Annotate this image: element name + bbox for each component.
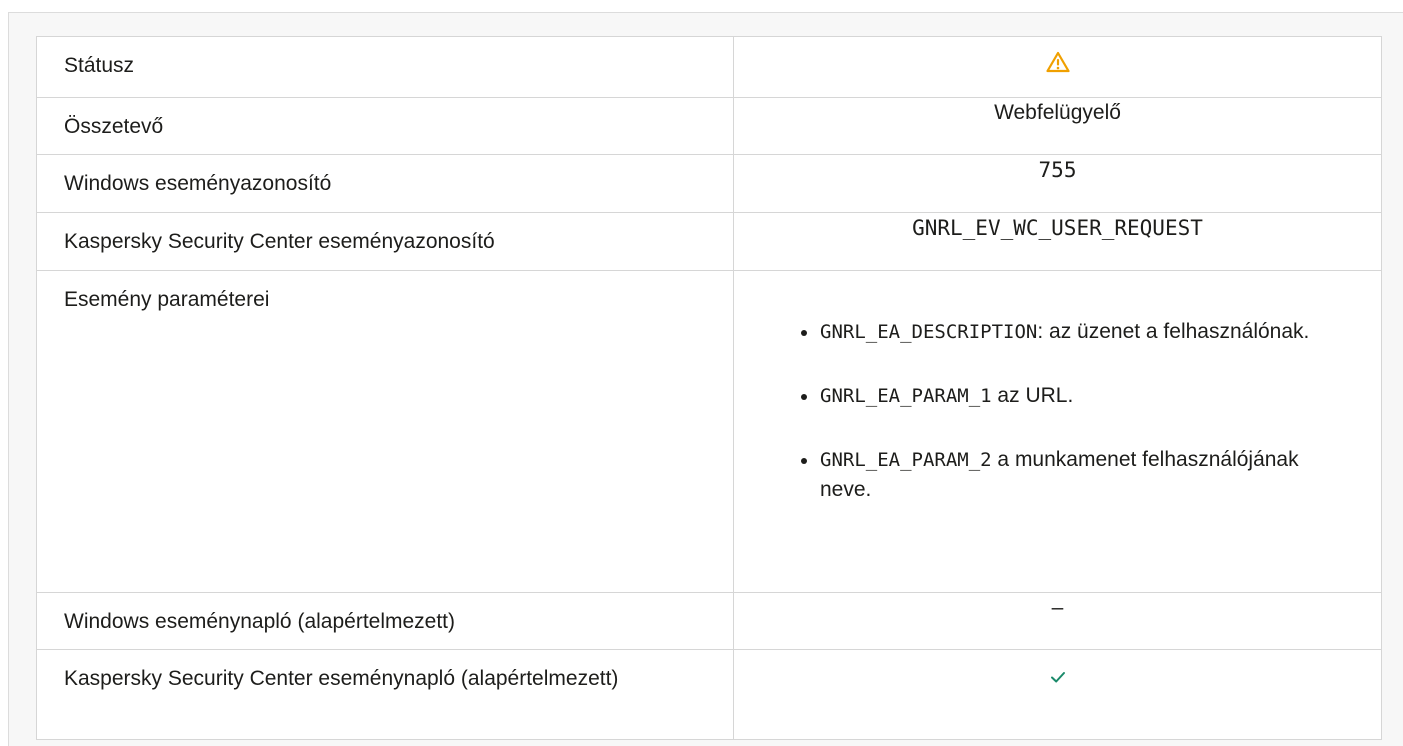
row-value: –	[733, 592, 1382, 650]
param-code: GNRL_EA_PARAM_1	[820, 385, 992, 407]
list-item: GNRL_EA_PARAM_2 a munkamenet felhasználó…	[800, 445, 1341, 505]
param-code: GNRL_EA_DESCRIPTION	[820, 321, 1038, 343]
param-text: : az üzenet a felhasználónak.	[1037, 320, 1310, 343]
table-row-ksc-log: Kaspersky Security Center eseménynapló (…	[36, 649, 1382, 740]
param-code: GNRL_EA_PARAM_2	[820, 449, 992, 471]
table-row-component: Összetevő Webfelügyelő	[36, 97, 1382, 155]
checkmark-icon	[1049, 664, 1067, 694]
table-row-windows-event-id: Windows eseményazonosító 755	[36, 154, 1382, 213]
table-row-windows-log: Windows eseménynapló (alapértelmezett) –	[36, 592, 1382, 650]
row-label: Státusz	[36, 36, 734, 98]
row-label: Kaspersky Security Center eseménynapló (…	[36, 649, 734, 740]
list-item: GNRL_EA_DESCRIPTION: az üzenet a felhasz…	[800, 317, 1341, 347]
table-row-status: Státusz	[36, 36, 1382, 98]
row-label: Windows eseménynapló (alapértelmezett)	[36, 592, 734, 650]
warning-icon	[1045, 51, 1070, 82]
row-value	[733, 36, 1382, 98]
param-text: az URL.	[991, 384, 1074, 407]
row-value: 755	[733, 154, 1382, 213]
table-row-event-params: Esemény paraméterei GNRL_EA_DESCRIPTION:…	[36, 270, 1382, 593]
row-value: GNRL_EA_DESCRIPTION: az üzenet a felhasz…	[733, 270, 1382, 593]
row-label: Windows eseményazonosító	[36, 154, 734, 213]
table-row-ksc-event-id: Kaspersky Security Center eseményazonosí…	[36, 212, 1382, 271]
row-value	[733, 649, 1382, 740]
event-info-table: Státusz Összetevő Webfelügyelő Windows e…	[36, 36, 1382, 740]
list-item: GNRL_EA_PARAM_1 az URL.	[800, 381, 1341, 411]
event-params-list: GNRL_EA_DESCRIPTION: az üzenet a felhasz…	[734, 271, 1381, 515]
row-value: GNRL_EV_WC_USER_REQUEST	[733, 212, 1382, 271]
row-label: Összetevő	[36, 97, 734, 155]
row-label: Kaspersky Security Center eseményazonosí…	[36, 212, 734, 271]
content-frame: Státusz Összetevő Webfelügyelő Windows e…	[8, 12, 1403, 746]
row-label: Esemény paraméterei	[36, 270, 734, 593]
row-value: Webfelügyelő	[733, 97, 1382, 155]
